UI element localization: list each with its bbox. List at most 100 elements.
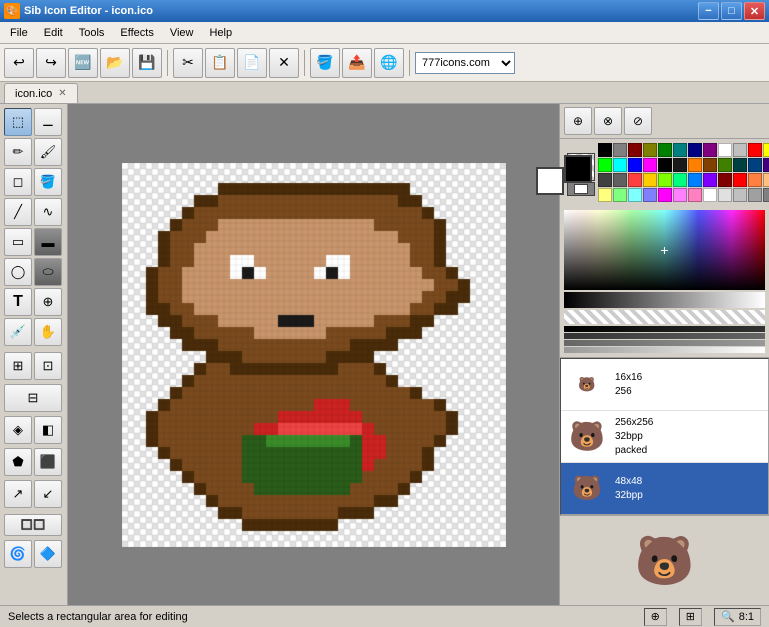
tool-rect-outline[interactable]: ▭ — [4, 228, 32, 256]
website-combo[interactable]: 777icons.com Other — [415, 52, 515, 74]
palette-swatch[interactable] — [598, 188, 612, 202]
palette-swatch[interactable] — [613, 188, 627, 202]
sec-btn-2[interactable]: ⊗ — [594, 107, 622, 135]
palette-swatch[interactable] — [733, 143, 747, 157]
paste-button[interactable]: 📄 — [237, 48, 267, 78]
palette-swatch[interactable] — [733, 188, 747, 202]
palette-swatch[interactable] — [643, 143, 657, 157]
menu-effects[interactable]: Effects — [112, 22, 161, 43]
palette-swatch[interactable] — [763, 173, 769, 187]
tool-extra-8[interactable]: ↗ — [4, 480, 32, 508]
palette-swatch[interactable] — [673, 158, 687, 172]
tool-fill[interactable]: 🪣 — [34, 168, 62, 196]
tool-ellipse-fill[interactable]: ⬭ — [34, 258, 62, 286]
save-button[interactable]: 💾 — [132, 48, 162, 78]
palette-swatch[interactable] — [658, 158, 672, 172]
tool-select-free[interactable]: ⚊ — [34, 108, 62, 136]
tool-extra-10[interactable]: 🌀 — [4, 540, 32, 568]
palette-swatch[interactable] — [703, 188, 717, 202]
icon-list-item[interactable]: 🐻48x4832bpp — [561, 463, 768, 515]
palette-swatch[interactable] — [643, 188, 657, 202]
tool-extra-6[interactable]: ⬟ — [4, 448, 32, 476]
bg-swatch[interactable] — [567, 182, 595, 196]
palette-swatch[interactable] — [628, 173, 642, 187]
palette-swatch[interactable] — [703, 143, 717, 157]
minimize-button[interactable]: − — [698, 2, 719, 20]
tab-close-button[interactable]: ✕ — [58, 88, 66, 99]
icon-list[interactable]: 🐻16x16256🐻256x25632bpppacked🐻48x4832bpp🐻… — [560, 358, 769, 515]
menu-view[interactable]: View — [162, 22, 202, 43]
tool-pencil[interactable]: ✏ — [4, 138, 32, 166]
new-button[interactable]: 🆕 — [68, 48, 98, 78]
delete-button[interactable]: ✕ — [269, 48, 299, 78]
tool-big-1[interactable]: 🔲🔲 — [4, 514, 62, 536]
palette-swatch[interactable] — [763, 188, 769, 202]
palette-swatch[interactable] — [673, 188, 687, 202]
palette-swatch[interactable] — [598, 173, 612, 187]
palette-swatch[interactable] — [763, 143, 769, 157]
fill-button[interactable]: 🪣 — [310, 48, 340, 78]
palette-swatch[interactable] — [703, 158, 717, 172]
tool-select-rect[interactable]: ⬚ — [4, 108, 32, 136]
palette-swatch[interactable] — [688, 188, 702, 202]
icon-list-item[interactable]: 🐻16x16256 — [561, 359, 768, 411]
transparency-bar[interactable] — [564, 310, 765, 324]
menu-help[interactable]: Help — [201, 22, 240, 43]
palette-swatch[interactable] — [628, 158, 642, 172]
palette-swatch[interactable] — [658, 143, 672, 157]
palette-swatch[interactable] — [703, 173, 717, 187]
palette-swatch[interactable] — [643, 158, 657, 172]
tool-extra-9[interactable]: ↙ — [34, 480, 62, 508]
strip-mid[interactable] — [564, 340, 765, 346]
palette-swatch[interactable] — [718, 173, 732, 187]
tool-brush[interactable]: 🖌 — [34, 138, 62, 166]
tool-rect-fill[interactable]: ▬ — [34, 228, 62, 256]
tool-extra-11[interactable]: 🔷 — [34, 540, 62, 568]
tab-icon-ico[interactable]: icon.ico ✕ — [4, 83, 78, 103]
tool-curve[interactable]: ∿ — [34, 198, 62, 226]
redo-button[interactable]: ↪ — [36, 48, 66, 78]
extract-button[interactable]: 📤 — [342, 48, 372, 78]
palette-swatch[interactable] — [658, 173, 672, 187]
palette-swatch[interactable] — [613, 143, 627, 157]
cut-button[interactable]: ✂ — [173, 48, 203, 78]
open-button[interactable]: 📂 — [100, 48, 130, 78]
close-button[interactable]: ✕ — [744, 2, 765, 20]
strip-dark[interactable] — [564, 333, 765, 339]
grayscale-bar[interactable] — [564, 292, 765, 308]
palette-swatch[interactable] — [658, 188, 672, 202]
palette-swatch[interactable] — [643, 173, 657, 187]
palette-swatch[interactable] — [748, 188, 762, 202]
palette-swatch[interactable] — [733, 158, 747, 172]
tool-extra-3[interactable]: ⊟ — [4, 384, 62, 412]
tool-extra-1[interactable]: ⊞ — [4, 352, 32, 380]
tool-eraser[interactable]: ◻ — [4, 168, 32, 196]
palette-swatch[interactable] — [628, 188, 642, 202]
tool-extra-7[interactable]: ⬛ — [34, 448, 62, 476]
menu-edit[interactable]: Edit — [36, 22, 71, 43]
palette-swatch[interactable] — [688, 173, 702, 187]
palette-swatch[interactable] — [688, 143, 702, 157]
copy-button[interactable]: 📋 — [205, 48, 235, 78]
tool-extra-4[interactable]: ◈ — [4, 416, 32, 444]
menu-file[interactable]: File — [2, 22, 36, 43]
tool-hand[interactable]: ✋ — [34, 318, 62, 346]
secondary-color[interactable] — [536, 167, 564, 195]
palette-swatch[interactable] — [718, 188, 732, 202]
primary-color[interactable] — [564, 155, 592, 183]
tool-text[interactable]: T — [4, 288, 32, 316]
sec-btn-3[interactable]: ⊘ — [624, 107, 652, 135]
palette-swatch[interactable] — [613, 173, 627, 187]
icon-list-item[interactable]: 🐻256x25632bpppacked — [561, 411, 768, 463]
strip-black[interactable] — [564, 326, 765, 332]
palette-swatch[interactable] — [748, 173, 762, 187]
palette-swatch[interactable] — [763, 158, 769, 172]
menu-tools[interactable]: Tools — [71, 22, 113, 43]
tool-line[interactable]: ╱ — [4, 198, 32, 226]
palette-swatch[interactable] — [688, 158, 702, 172]
palette-swatch[interactable] — [748, 158, 762, 172]
tool-ellipse-outline[interactable]: ◯ — [4, 258, 32, 286]
palette-swatch[interactable] — [598, 158, 612, 172]
color-gradient-picker[interactable] — [564, 210, 765, 290]
palette-swatch[interactable] — [613, 158, 627, 172]
